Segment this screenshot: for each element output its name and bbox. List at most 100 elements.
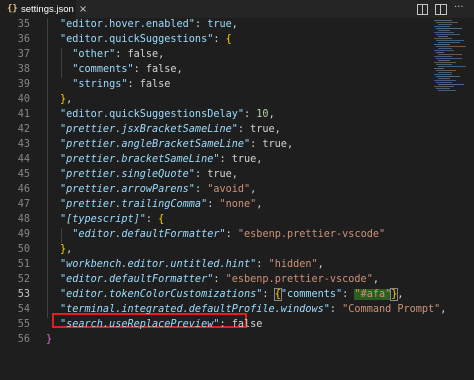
code-token: "editor.quickSuggestions" (60, 34, 214, 45)
minimap-line (434, 50, 454, 51)
tab-settings-json[interactable]: {} settings.json × (0, 0, 87, 18)
close-icon[interactable]: × (79, 4, 87, 15)
code-token: : (329, 304, 343, 315)
code-token: "esbenp.prettier-vscode" (237, 229, 386, 240)
minimap-line (438, 54, 462, 55)
code-token: "prettier.singleQuote" (60, 169, 195, 180)
code-token: "editor.defaultFormatter" (60, 274, 214, 285)
code-line[interactable]: 49 "editor.defaultFormatter": "esbenp.pr… (0, 227, 430, 242)
minimap-line (436, 40, 464, 41)
code-line[interactable]: 51 "workbench.editor.untitled.hint": "hid… (0, 257, 430, 272)
minimap-line (434, 62, 456, 63)
code-line[interactable]: 54 "terminal.integrated.defaultProfile.wi… (0, 302, 447, 317)
code-token: "editor.hover.enabled" (60, 19, 195, 30)
minimap-line (438, 72, 452, 73)
line-number: 45 (17, 169, 30, 180)
line-code: }, (60, 92, 72, 107)
line-code: "other": false, (60, 47, 164, 62)
minimap-line (438, 24, 452, 25)
minimap-line (438, 78, 450, 79)
minimap-line (436, 82, 452, 83)
minimap-line (438, 84, 464, 85)
minimap-line (436, 64, 452, 65)
code-line[interactable]: 52 "editor.defaultFormatter": "esbenp.pre… (0, 272, 430, 287)
code-line[interactable]: 43 "prettier.angleBracketSameLine": true, (0, 137, 430, 152)
line-code: "editor.defaultFormatter": "esbenp.prett… (60, 272, 379, 287)
line-code: "strings": false (60, 77, 170, 92)
code-line[interactable]: 46 "prettier.arrowParens": "avoid", (0, 182, 430, 197)
more-actions-icon[interactable]: ··· (454, 3, 466, 15)
code-token: "prettier.trailingComma" (60, 199, 208, 210)
split-editor-icon[interactable] (435, 3, 447, 15)
open-changes-icon[interactable] (416, 3, 428, 15)
code-token: : false, (133, 64, 183, 75)
code-line[interactable]: 42 "prettier.jsxBracketSameLine": true, (0, 122, 430, 137)
code-token: } (46, 334, 53, 345)
code-token: , (66, 94, 73, 105)
code-token: : (213, 34, 226, 45)
line-code: "prettier.bracketSameLine": true, (60, 152, 262, 167)
line-number: 50 (17, 244, 30, 255)
code-token: : (194, 184, 208, 195)
line-number: 54 (17, 304, 30, 315)
code-token: "workbench.editor.untitled.hint" (60, 259, 257, 270)
line-code: "prettier.arrowParens": "avoid", (60, 182, 256, 197)
minimap-line (438, 66, 466, 67)
code-line[interactable]: 44 "prettier.bracketSameLine": true, (0, 152, 430, 167)
line-number: 47 (17, 199, 30, 210)
code-token: : (244, 109, 257, 120)
code-line[interactable]: 48 "[typescript]": { (0, 212, 430, 227)
code-line[interactable]: 55 "search.useReplacePreview": false (0, 317, 430, 332)
code-line[interactable]: 36 "editor.quickSuggestions": { (0, 32, 430, 47)
code-line[interactable]: 45 "prettier.singleQuote": true, (0, 167, 430, 182)
line-number: 56 (17, 334, 30, 345)
code-token: "search.useReplacePreview" (60, 319, 220, 330)
minimap[interactable] (434, 20, 474, 91)
line-code: "[typescript]": { (60, 212, 164, 227)
code-line[interactable]: 37 "other": false, (0, 47, 430, 62)
code-token: , (268, 109, 275, 120)
code-line[interactable]: 40}, (0, 92, 430, 107)
minimap-line (434, 38, 452, 39)
code-token: "none" (219, 199, 257, 210)
code-line[interactable]: 38 "comments": false, (0, 62, 430, 77)
code-token: 10 (256, 109, 269, 120)
minimap-line (436, 58, 462, 59)
minimap-line (434, 44, 450, 45)
code-token: "editor.defaultFormatter" (72, 229, 226, 240)
minimap-line (436, 22, 458, 23)
minimap-line (438, 36, 448, 37)
code-token: "comments" (280, 289, 343, 300)
code-token: "hidden" (268, 259, 318, 270)
code-line[interactable]: 41 "editor.quickSuggestionsDelay": 10, (0, 107, 430, 122)
code-token: : (262, 289, 275, 300)
minimap-line (434, 74, 452, 75)
code-token: "#afa" (354, 289, 392, 300)
json-braces-icon: {} (7, 4, 18, 14)
code-token: , (397, 289, 404, 300)
line-number: 55 (17, 319, 30, 330)
code-line[interactable]: 35 "editor.hover.enabled": true, (0, 17, 430, 32)
line-code: "prettier.angleBracketSameLine": true, (60, 137, 293, 152)
code-token: : true, (194, 169, 238, 180)
line-number: 36 (17, 34, 30, 45)
line-number: 44 (17, 154, 30, 165)
code-line[interactable]: 56} (0, 332, 430, 347)
code-line[interactable]: 53 "editor.tokenColorCustomizations": {"c… (0, 287, 430, 302)
code-token: "prettier.angleBracketSameLine" (60, 139, 251, 150)
code-token: : true, (219, 154, 263, 165)
line-code: }, (60, 242, 72, 257)
minimap-line (434, 20, 452, 21)
code-editor[interactable]: 35 "editor.hover.enabled": true, 36 "editor… (0, 18, 474, 380)
code-line[interactable]: 50}, (0, 242, 430, 257)
code-token: , (440, 304, 447, 315)
code-line[interactable]: 47 "prettier.trailingComma": "none", (0, 197, 430, 212)
code-token: "avoid" (207, 184, 251, 195)
line-number: 40 (17, 94, 30, 105)
minimap-line (436, 52, 444, 53)
code-line[interactable]: 39 "strings": false (0, 77, 430, 92)
line-code: "editor.hover.enabled": true, (60, 17, 238, 32)
code-token: : false (127, 79, 171, 90)
